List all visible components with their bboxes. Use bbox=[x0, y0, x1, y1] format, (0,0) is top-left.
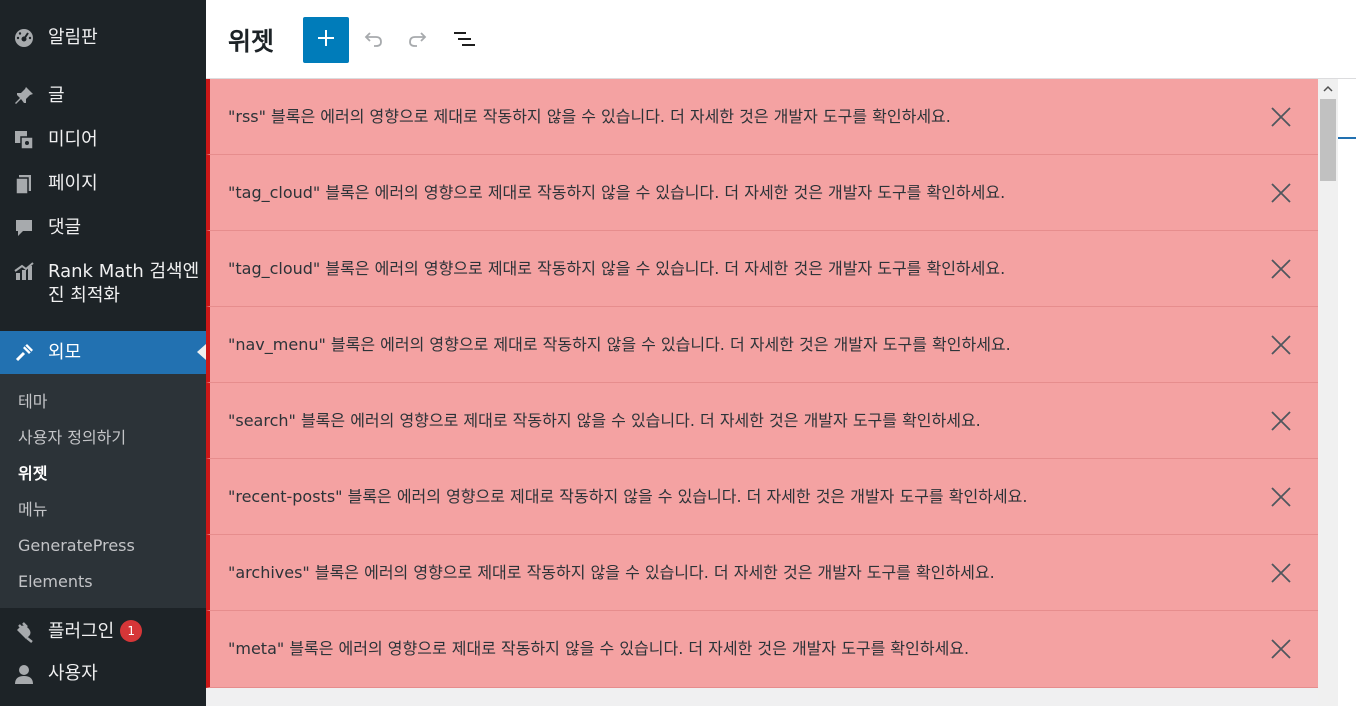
plus-icon bbox=[316, 28, 336, 52]
sidebar-item-label: 알림판 bbox=[48, 27, 98, 48]
canvas-accent-line bbox=[1338, 137, 1356, 139]
sidebar-item-label: 댓글 bbox=[48, 217, 82, 238]
notice-message: "rss" 블록은 에러의 영향으로 제대로 작동하지 않을 수 있습니다. 더… bbox=[228, 107, 951, 126]
close-icon[interactable] bbox=[1270, 106, 1292, 128]
rank-math-icon bbox=[0, 260, 48, 284]
sidebar-item-dashboard[interactable]: 알림판 bbox=[0, 26, 206, 50]
pin-icon bbox=[0, 84, 48, 108]
error-notice: "meta" 블록은 에러의 영향으로 제대로 작동하지 않을 수 있습니다. … bbox=[206, 611, 1318, 688]
sidebar-item-rank-math[interactable]: Rank Math 검색엔진 최적화 bbox=[0, 260, 206, 308]
submenu-item-elements[interactable]: Elements bbox=[18, 572, 93, 592]
widgets-header: 위젯 bbox=[206, 0, 1356, 79]
sidebar-item-label: 외모 bbox=[48, 341, 82, 363]
scroll-up-arrow-icon[interactable] bbox=[1318, 79, 1338, 99]
sidebar-item-label: 페이지 bbox=[48, 173, 98, 194]
sidebar-item-label: 플러그인 1 bbox=[48, 620, 206, 644]
close-icon[interactable] bbox=[1270, 258, 1292, 280]
admin-sidebar: 알림판 글 미디어 페이지 댓글 Rank Math 검색엔진 최적화 외모 테… bbox=[0, 0, 206, 706]
error-notice: "recent-posts" 블록은 에러의 영향으로 제대로 작동하지 않을 … bbox=[206, 459, 1318, 535]
undo-icon bbox=[361, 27, 385, 55]
error-notice: "tag_cloud" 블록은 에러의 영향으로 제대로 작동하지 않을 수 있… bbox=[206, 231, 1318, 307]
submenu-item-menus[interactable]: 메뉴 bbox=[18, 500, 47, 520]
media-icon bbox=[0, 128, 48, 152]
dashboard-icon bbox=[0, 26, 48, 50]
page-title: 위젯 bbox=[228, 27, 275, 56]
notice-list: "rss" 블록은 에러의 영향으로 제대로 작동하지 않을 수 있습니다. 더… bbox=[206, 79, 1318, 688]
notice-scrollbar[interactable] bbox=[1318, 79, 1338, 706]
sidebar-item-label: 미디어 bbox=[48, 129, 98, 150]
error-notice: "archives" 블록은 에러의 영향으로 제대로 작동하지 않을 수 있습… bbox=[206, 535, 1318, 611]
redo-icon bbox=[406, 27, 430, 55]
close-icon[interactable] bbox=[1270, 486, 1292, 508]
list-view-button[interactable] bbox=[450, 27, 478, 55]
notice-message: "recent-posts" 블록은 에러의 영향으로 제대로 작동하지 않을 … bbox=[228, 487, 1028, 506]
sidebar-item-media[interactable]: 미디어 bbox=[0, 128, 206, 152]
notice-message: "meta" 블록은 에러의 영향으로 제대로 작동하지 않을 수 있습니다. … bbox=[228, 639, 970, 658]
undo-button[interactable] bbox=[359, 27, 387, 55]
error-notice: "nav_menu" 블록은 에러의 영향으로 제대로 작동하지 않을 수 있습… bbox=[206, 307, 1318, 383]
active-indicator bbox=[197, 344, 206, 360]
notice-message: "archives" 블록은 에러의 영향으로 제대로 작동하지 않을 수 있습… bbox=[228, 563, 995, 582]
redo-button[interactable] bbox=[404, 27, 432, 55]
sidebar-item-appearance[interactable]: 외모 bbox=[0, 331, 206, 374]
sidebar-item-label: 사용자 bbox=[48, 663, 98, 684]
add-block-button[interactable] bbox=[303, 17, 349, 63]
sidebar-item-users[interactable]: 사용자 bbox=[0, 662, 206, 686]
submenu-item-themes[interactable]: 테마 bbox=[18, 392, 47, 412]
close-icon[interactable] bbox=[1270, 334, 1292, 356]
close-icon[interactable] bbox=[1270, 410, 1292, 432]
user-icon bbox=[0, 662, 48, 686]
update-count-badge: 1 bbox=[120, 620, 143, 642]
error-notice: "tag_cloud" 블록은 에러의 영향으로 제대로 작동하지 않을 수 있… bbox=[206, 155, 1318, 231]
appearance-submenu: 테마 사용자 정의하기 위젯 메뉴 GeneratePress Elements bbox=[0, 374, 206, 608]
submenu-item-widgets[interactable]: 위젯 bbox=[18, 464, 47, 484]
sidebar-item-pages[interactable]: 페이지 bbox=[0, 172, 206, 196]
close-icon[interactable] bbox=[1270, 562, 1292, 584]
notice-message: "tag_cloud" 블록은 에러의 영향으로 제대로 작동하지 않을 수 있… bbox=[228, 183, 1006, 202]
close-icon[interactable] bbox=[1270, 182, 1292, 204]
error-notice: "rss" 블록은 에러의 영향으로 제대로 작동하지 않을 수 있습니다. 더… bbox=[206, 79, 1318, 155]
brush-icon bbox=[0, 341, 48, 365]
pages-icon bbox=[0, 172, 48, 196]
list-view-icon bbox=[451, 27, 477, 55]
notice-message: "search" 블록은 에러의 영향으로 제대로 작동하지 않을 수 있습니다… bbox=[228, 411, 981, 430]
plugin-icon bbox=[0, 620, 48, 644]
error-notice: "search" 블록은 에러의 영향으로 제대로 작동하지 않을 수 있습니다… bbox=[206, 383, 1318, 459]
notice-message: "nav_menu" 블록은 에러의 영향으로 제대로 작동하지 않을 수 있습… bbox=[228, 335, 1011, 354]
sidebar-item-plugins[interactable]: 플러그인 1 bbox=[0, 620, 206, 644]
submenu-item-customize[interactable]: 사용자 정의하기 bbox=[18, 428, 126, 448]
submenu-item-generatepress[interactable]: GeneratePress bbox=[18, 536, 135, 556]
sidebar-item-label: 글 bbox=[48, 85, 65, 106]
close-icon[interactable] bbox=[1270, 638, 1292, 660]
sidebar-item-comments[interactable]: 댓글 bbox=[0, 216, 206, 240]
notice-message: "tag_cloud" 블록은 에러의 영향으로 제대로 작동하지 않을 수 있… bbox=[228, 259, 1006, 278]
sidebar-item-posts[interactable]: 글 bbox=[0, 84, 206, 108]
sidebar-item-label: Rank Math 검색엔진 최적화 bbox=[48, 261, 200, 306]
scrollbar-thumb[interactable] bbox=[1320, 99, 1336, 181]
editor-canvas-edge bbox=[1338, 79, 1356, 706]
comments-icon bbox=[0, 216, 48, 240]
